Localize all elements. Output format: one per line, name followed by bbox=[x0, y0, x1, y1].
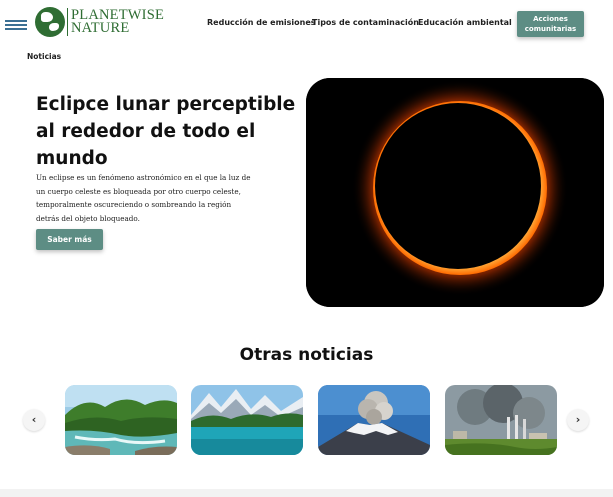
volcano-image bbox=[318, 385, 430, 455]
lake-image bbox=[191, 385, 303, 455]
river-image bbox=[65, 385, 177, 455]
eclipse-illustration bbox=[306, 78, 604, 307]
breadcrumb: Noticias bbox=[27, 52, 62, 61]
nav-item-educacion-ambiental[interactable]: Educación ambiental bbox=[418, 18, 512, 27]
chevron-left-icon: ‹ bbox=[31, 413, 37, 426]
hero-eclipse-image[interactable] bbox=[306, 78, 604, 307]
carousel-prev-button[interactable]: ‹ bbox=[23, 409, 45, 431]
globe-icon bbox=[35, 7, 65, 37]
acciones-comunitarias-button[interactable]: Acciones comunitarias bbox=[517, 11, 584, 37]
nav-item-reduccion-emisiones[interactable]: Reducción de emisiones bbox=[207, 18, 316, 27]
saber-mas-button[interactable]: Saber más bbox=[36, 229, 103, 250]
brand-logo[interactable]: PLANETWISE NATURE bbox=[35, 7, 164, 37]
news-card-pollution[interactable] bbox=[445, 385, 557, 455]
news-card-river[interactable] bbox=[65, 385, 177, 455]
nav-item-tipos-contaminacion[interactable]: Tipos de contaminación bbox=[312, 18, 419, 27]
hero-description: Un eclipse es un fenómeno astronómico en… bbox=[36, 173, 251, 223]
chevron-right-icon: › bbox=[575, 413, 581, 426]
pollution-image bbox=[445, 385, 557, 455]
page: PLANETWISE NATURE Reducción de emisiones… bbox=[0, 0, 613, 497]
brand-name: PLANETWISE NATURE bbox=[71, 8, 164, 36]
menu-icon[interactable] bbox=[5, 20, 27, 30]
footer-strip bbox=[0, 489, 613, 497]
hero-title: Eclipce lunar perceptible al rededor de … bbox=[36, 94, 296, 169]
carousel-next-button[interactable]: › bbox=[567, 409, 589, 431]
news-card-volcano[interactable] bbox=[318, 385, 430, 455]
brand-name-line2: NATURE bbox=[71, 20, 130, 36]
news-card-lake[interactable] bbox=[191, 385, 303, 455]
logo-divider bbox=[67, 8, 68, 36]
other-news-title: Otras noticias bbox=[239, 345, 374, 365]
